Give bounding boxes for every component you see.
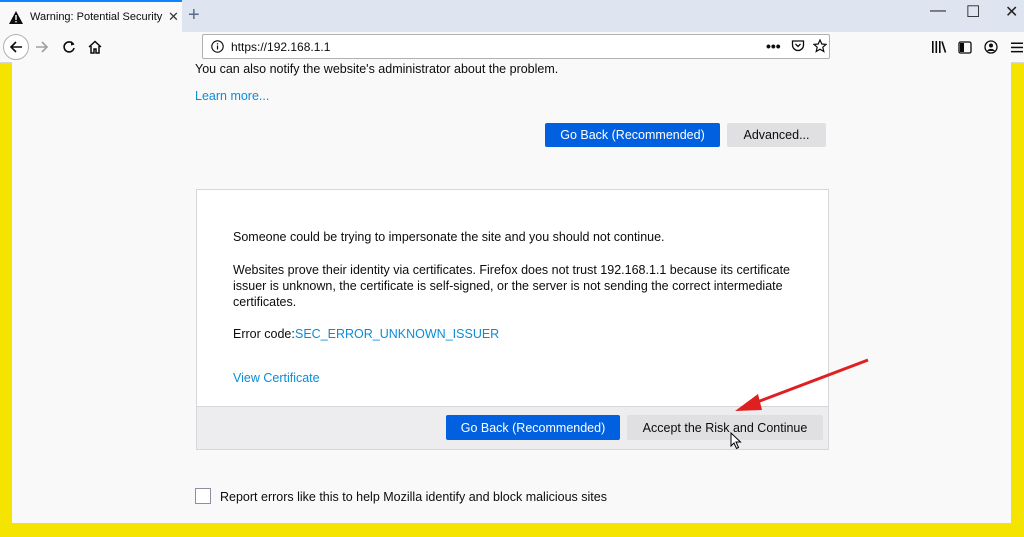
mouse-cursor-icon xyxy=(730,432,742,450)
red-arrow-annotation xyxy=(735,358,869,411)
